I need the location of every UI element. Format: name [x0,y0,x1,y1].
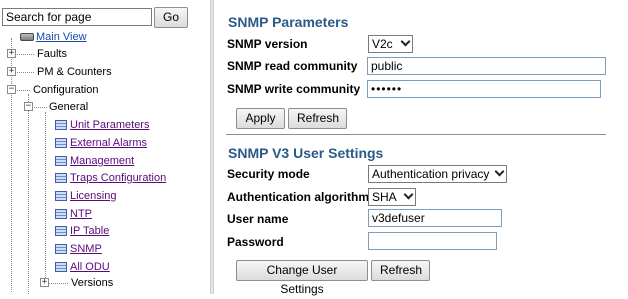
page-icon [55,173,67,183]
tree-item-snmp[interactable]: SNMP [70,242,102,256]
tree-item-licensing[interactable]: Licensing [70,189,116,203]
chevron-down-icon [494,166,505,177]
tree-connector [28,94,29,294]
security-mode-select[interactable]: Authentication privacy [368,165,507,183]
tree-item-faults[interactable]: Faults [37,47,67,61]
change-user-settings-button[interactable]: Change User Settings [236,260,368,296]
section-divider [226,134,606,135]
collapse-icon[interactable]: − [24,102,33,111]
tree-connector [11,38,12,292]
tree-item-external-alarms[interactable]: External Alarms [70,136,147,150]
v3-refresh-button[interactable]: Refresh [371,260,430,281]
expand-icon[interactable]: + [7,67,16,76]
expand-icon[interactable]: + [7,49,16,58]
page-icon [55,226,67,236]
tree-item-general[interactable]: General [49,100,88,114]
tree-item-ip-table[interactable]: IP Table [70,224,109,238]
tree-item-versions[interactable]: Versions [71,276,113,290]
auth-algorithm-select[interactable]: SHA [368,188,416,206]
password-input[interactable] [368,232,497,250]
tree-item-traps-configuration[interactable]: Traps Configuration [70,171,166,185]
page-icon [55,191,67,201]
tree-item-pm-counters[interactable]: PM & Counters [37,65,112,79]
expand-icon[interactable]: + [40,278,49,287]
tree-item-all-odu[interactable]: All ODU [70,260,110,274]
snmp-write-community-label: SNMP write community [227,82,361,96]
auth-algorithm-value: SHA [372,190,397,204]
password-label: Password [227,235,284,249]
apply-button[interactable]: Apply [236,108,285,129]
page-icon [55,120,67,130]
user-name-label: User name [227,212,289,226]
snmp-read-community-input[interactable] [367,57,606,75]
navigation-tree: Go Main View + Faults + PM & Counters − … [0,0,210,294]
main-view-icon [20,33,34,41]
snmp-parameters-title: SNMP Parameters [228,14,349,30]
tree-item-main-view[interactable]: Main View [36,30,87,44]
tree-item-management[interactable]: Management [70,154,134,168]
refresh-button[interactable]: Refresh [288,108,347,129]
tree-item-ntp[interactable]: NTP [70,207,92,221]
user-name-input[interactable] [368,209,502,227]
auth-algorithm-label: Authentication algorithm [227,190,369,204]
page-icon [55,209,67,219]
go-button[interactable]: Go [154,7,188,28]
search-input[interactable] [2,8,152,26]
page-icon [55,262,67,272]
settings-panel: SNMP Parameters SNMP version V2c SNMP re… [214,0,628,296]
chevron-down-icon [400,36,411,47]
snmp-read-community-label: SNMP read community [227,59,358,73]
chevron-down-icon [403,189,414,200]
snmp-write-community-input[interactable] [367,80,601,98]
security-mode-label: Security mode [227,167,310,181]
page-icon [55,156,67,166]
collapse-icon[interactable]: − [7,85,16,94]
snmp-version-select[interactable]: V2c [368,35,413,53]
snmp-version-label: SNMP version [227,37,308,51]
snmp-version-value: V2c [372,37,393,51]
page-icon [55,244,67,254]
security-mode-value: Authentication privacy [372,167,490,181]
tree-connector [45,112,46,284]
tree-item-configuration[interactable]: Configuration [33,83,98,97]
snmp-v3-title: SNMP V3 User Settings [228,145,384,161]
page-icon [55,138,67,148]
tree-item-unit-parameters[interactable]: Unit Parameters [70,118,149,132]
